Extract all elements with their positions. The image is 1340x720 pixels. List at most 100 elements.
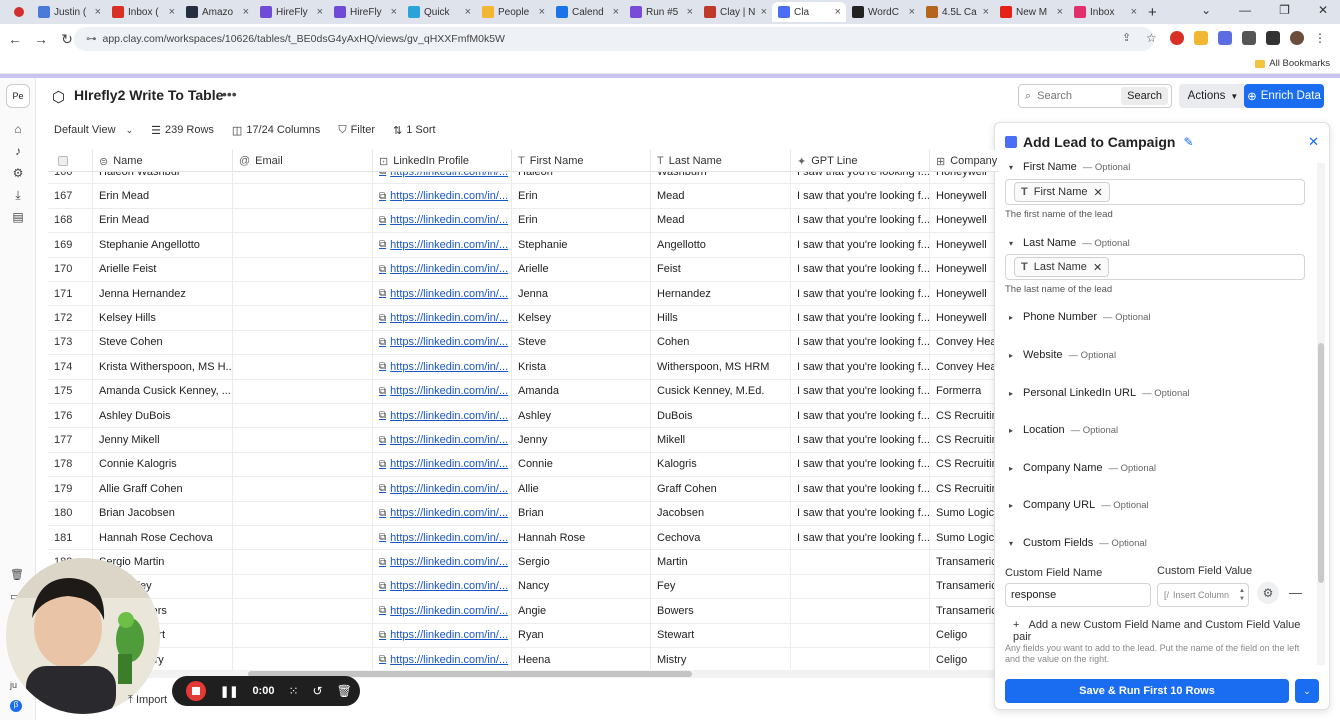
table-cell[interactable]: I saw that you're looking f... bbox=[791, 355, 930, 379]
table-cell[interactable] bbox=[233, 404, 373, 428]
stepper-icon[interactable]: ▲ ▼ bbox=[1239, 587, 1245, 603]
table-row[interactable]: 179 Allie Graff Cohen ⧉ https://linkedin.co… bbox=[48, 477, 998, 502]
table-cell[interactable]: Martin bbox=[651, 550, 791, 574]
collapsed-field-section[interactable]: ▸ Company URL — Optional bbox=[1009, 499, 1149, 511]
gear-icon[interactable]: ⚙ bbox=[1257, 582, 1279, 604]
browser-tab[interactable]: Justin (× bbox=[32, 2, 106, 22]
table-cell[interactable]: I saw that you're looking f... bbox=[791, 330, 930, 355]
table-cell[interactable]: Erin bbox=[512, 184, 651, 208]
table-cell[interactable]: Krista bbox=[512, 355, 651, 379]
column-header[interactable]: ✦ GPT Line bbox=[791, 150, 930, 172]
external-link-icon[interactable]: ⧉ bbox=[379, 435, 386, 446]
collapsed-field-section[interactable]: ▸ Company Name — Optional bbox=[1009, 462, 1156, 474]
table-cell[interactable]: Steve Cohen bbox=[93, 330, 233, 355]
table-cell[interactable] bbox=[233, 282, 373, 306]
panel-scrollbar[interactable] bbox=[1317, 163, 1325, 665]
select-all-checkbox[interactable] bbox=[48, 150, 93, 172]
last-name-section[interactable]: ▾ Last Name — Optional bbox=[1009, 237, 1130, 249]
table-cell[interactable] bbox=[233, 452, 373, 477]
table-cell[interactable]: DuBois bbox=[651, 404, 791, 428]
gear-icon[interactable]: ⚙ bbox=[11, 166, 25, 180]
table-cell[interactable]: 174 bbox=[48, 355, 93, 379]
table-cell[interactable]: ⧉ https://linkedin.com/in/... bbox=[373, 404, 512, 428]
close-tab-icon[interactable]: × bbox=[761, 6, 767, 18]
view-selector[interactable]: Default View ⌄ bbox=[54, 124, 133, 136]
import-button[interactable]: ⤒ Import bbox=[128, 694, 167, 707]
enrich-data-button[interactable]: ⊕ Enrich Data bbox=[1244, 84, 1324, 108]
new-tab-button[interactable]: + bbox=[1148, 4, 1157, 21]
table-cell[interactable]: Graff Cohen bbox=[651, 477, 791, 501]
page-title[interactable]: HIrefly2 Write To Table bbox=[74, 87, 223, 103]
table-cell[interactable] bbox=[233, 477, 373, 501]
table-cell[interactable]: Heena bbox=[512, 648, 651, 670]
table-row[interactable]: 167 Erin Mead ⧉ https://linkedin.com/in/...… bbox=[48, 184, 998, 209]
stop-recording-button[interactable] bbox=[186, 681, 206, 701]
collapsed-field-section[interactable]: ▸ Location — Optional bbox=[1009, 424, 1118, 436]
table-cell[interactable]: Formerra bbox=[930, 380, 998, 403]
table-cell[interactable]: ⧉ https://linkedin.com/in/... bbox=[373, 526, 512, 550]
table-cell[interactable]: 172 bbox=[48, 306, 93, 330]
table-cell[interactable] bbox=[791, 648, 930, 670]
table-cell[interactable]: Bowers bbox=[651, 599, 791, 623]
menu-icon[interactable]: ⋮ bbox=[1314, 31, 1328, 45]
table-cell[interactable] bbox=[233, 208, 373, 233]
table-cell[interactable]: Erin Mead bbox=[93, 184, 233, 208]
table-cell[interactable]: ⧉ https://linkedin.com/in/... bbox=[373, 648, 512, 670]
star-icon[interactable]: ☆ bbox=[1146, 31, 1160, 45]
external-link-icon[interactable]: ⧉ bbox=[379, 337, 386, 348]
search-field[interactable]: ⌕ Search bbox=[1018, 84, 1172, 108]
close-tab-icon[interactable]: × bbox=[835, 6, 841, 18]
table-cell[interactable]: ⧉ https://linkedin.com/in/... bbox=[373, 233, 512, 257]
table-cell[interactable]: Angie bbox=[512, 599, 651, 623]
table-cell[interactable]: Mead bbox=[651, 184, 791, 208]
table-row[interactable]: 184Angie Bowers⧉https://linkedin.com/in/… bbox=[48, 599, 998, 624]
bell-icon[interactable]: ♪ bbox=[11, 144, 25, 158]
table-cell[interactable]: Witherspoon, MS HRM bbox=[651, 355, 791, 379]
table-cell[interactable]: Celigo bbox=[930, 624, 998, 647]
table-cell[interactable]: I saw that you're looking f... bbox=[791, 282, 930, 306]
table-cell[interactable]: Stephanie bbox=[512, 233, 651, 257]
table-cell[interactable]: Hannah Rose bbox=[512, 526, 651, 550]
table-cell[interactable]: ⧉ https://linkedin.com/in/... bbox=[373, 477, 512, 501]
checkbox[interactable] bbox=[58, 156, 68, 166]
table-cell[interactable]: Connie bbox=[512, 452, 651, 477]
close-tab-icon[interactable]: × bbox=[391, 6, 397, 18]
column-chip[interactable]: T First Name ✕ bbox=[1014, 182, 1110, 202]
table-cell[interactable]: Erin Mead bbox=[93, 208, 233, 233]
table-cell[interactable]: 175 bbox=[48, 379, 93, 403]
table-cell[interactable]: 169 bbox=[48, 233, 93, 257]
trash-icon[interactable]: 🗑 bbox=[337, 684, 352, 698]
remove-chip-icon[interactable]: ✕ bbox=[1094, 186, 1103, 199]
rows-button[interactable]: ☰ 239 Rows bbox=[151, 124, 214, 137]
close-tab-icon[interactable]: × bbox=[465, 6, 471, 18]
table-row[interactable]: 176 Ashley DuBois ⧉ https://linkedin.com/in… bbox=[48, 404, 998, 429]
table-row[interactable]: 172 Kelsey Hills ⧉ https://linkedin.com/in/… bbox=[48, 306, 998, 331]
custom-field-value-input[interactable]: [/ Insert Column ▲ ▼ bbox=[1157, 583, 1249, 607]
table-cell[interactable]: I saw that you're looking f... bbox=[791, 452, 930, 477]
table-row[interactable]: 168 Erin Mead ⧉ https://linkedin.com/in/...… bbox=[48, 208, 998, 234]
table-cell[interactable]: 167 bbox=[48, 184, 93, 208]
table-row[interactable]: 174 Krista Witherspoon, MS H... ⧉ https://l… bbox=[48, 355, 998, 380]
download-icon[interactable]: ⤓ bbox=[11, 188, 25, 202]
browser-tab[interactable]: Run #5 × bbox=[624, 2, 698, 22]
table-cell[interactable]: Steve bbox=[512, 330, 651, 355]
remove-chip-icon[interactable]: ✕ bbox=[1093, 261, 1102, 274]
extension-icon[interactable] bbox=[1170, 31, 1184, 45]
external-link-icon[interactable]: ⧉ bbox=[379, 191, 386, 202]
collapsed-field-section[interactable]: ▸ Phone Number — Optional bbox=[1009, 311, 1151, 323]
profile-avatar[interactable] bbox=[1290, 31, 1304, 45]
book-icon[interactable]: ▤ bbox=[11, 210, 25, 224]
table-cell[interactable]: CS Recruitin bbox=[930, 428, 998, 451]
table-cell[interactable]: Arielle bbox=[512, 257, 651, 281]
external-link-icon[interactable]: ⧉ bbox=[379, 532, 386, 543]
more-options-button[interactable]: ••• bbox=[222, 86, 237, 102]
table-cell[interactable]: Hannah Rose Cechova bbox=[93, 526, 233, 550]
column-header[interactable]: ⊞ Company bbox=[930, 150, 998, 172]
table-cell[interactable]: Feist bbox=[651, 257, 791, 281]
table-row[interactable]: 175 Amanda Cusick Kenney, ... ⧉ https://lin… bbox=[48, 379, 998, 404]
table-cell[interactable]: Honeywell bbox=[930, 209, 998, 232]
browser-tab[interactable]: 4.5L Ca × bbox=[920, 2, 994, 22]
table-cell[interactable]: Convey Heal bbox=[930, 355, 998, 378]
site-info-icon[interactable]: ⊶ bbox=[86, 33, 97, 45]
table-cell[interactable]: Honeywell bbox=[930, 282, 998, 305]
